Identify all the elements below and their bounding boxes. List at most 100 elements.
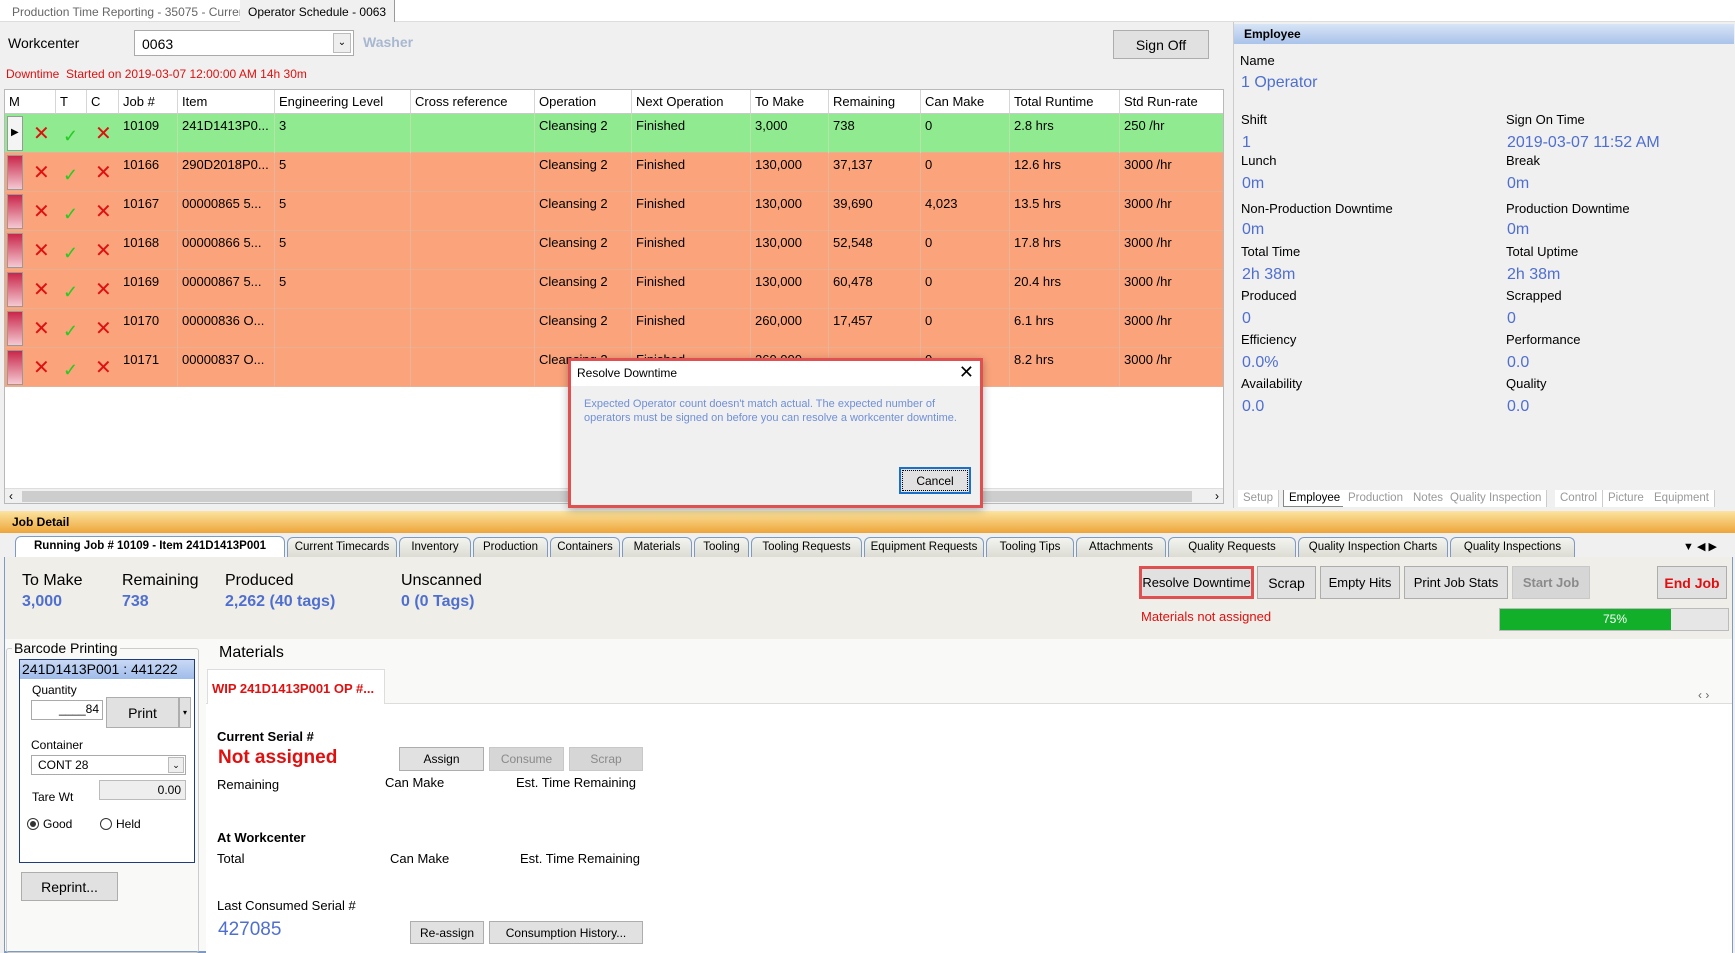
cell-can_make: 0 (921, 270, 1010, 309)
col-m-header[interactable]: M (5, 90, 56, 114)
reprint-button[interactable]: Reprint... (21, 872, 118, 901)
consumption-history-button[interactable]: Consumption History... (489, 921, 643, 944)
chevron-down-icon[interactable]: ⌄ (333, 33, 351, 53)
table-row[interactable]: ▶ ✕ ✓ ✕ 10109 241D1413P0... 3 Cleansing 2 Fin… (5, 114, 1223, 153)
col-engineering-level-header[interactable]: Engineering Level (275, 90, 411, 114)
col-total-runtime-header[interactable]: Total Runtime (1010, 90, 1120, 114)
col-t-header[interactable]: T (56, 90, 87, 114)
tab-overflow-icon[interactable]: ▼ ◀ ▶ (1683, 540, 1717, 553)
job-tab-13[interactable]: Quality Inspections (1450, 537, 1575, 557)
unscanned-value: 0 (0 Tags) (401, 593, 475, 610)
reassign-button[interactable]: Re-assign (410, 921, 484, 944)
container-status-x-icon: ✕ (95, 279, 112, 301)
employee-tab-setup[interactable]: Setup (1238, 490, 1280, 507)
col-job-header[interactable]: Job # (119, 90, 178, 114)
employee-tab-control[interactable]: Control (1555, 490, 1604, 507)
col-to-make-header[interactable]: To Make (751, 90, 829, 114)
table-row[interactable]: ✕ ✓ ✕ 10166 290D2018P0... 5 Cleansing 2 Finis… (5, 153, 1223, 192)
workcenter-select[interactable]: 0063 ⌄ (134, 30, 354, 56)
barcode-printing-title: Barcode Printing (12, 640, 120, 656)
cell-remaining: 17,457 (829, 309, 921, 348)
cell-eng (275, 309, 411, 348)
scrap-button[interactable]: Scrap (1257, 566, 1316, 599)
job-tab-3[interactable]: Production (473, 537, 548, 557)
chevron-down-icon[interactable]: ⌄ (168, 757, 184, 773)
resolve-downtime-dialog: Resolve Downtime ✕ Expected Operator cou… (568, 358, 983, 508)
tab-operator-schedule[interactable]: Operator Schedule - 0063 (240, 0, 396, 22)
job-tab-10[interactable]: Attachments (1076, 537, 1166, 557)
job-tab-5[interactable]: Materials (622, 537, 692, 557)
job-tab-2[interactable]: Inventory (399, 537, 471, 557)
cell-can_make: 0 (921, 114, 1010, 153)
break-value: 0m (1507, 175, 1530, 192)
radio-unchecked-icon[interactable] (100, 818, 112, 830)
employee-tab-notes[interactable]: Notes (1408, 490, 1450, 507)
col-remaining-header[interactable]: Remaining (829, 90, 921, 114)
col-operation-header[interactable]: Operation (535, 90, 632, 114)
table-row[interactable]: ✕ ✓ ✕ 10170 00000836 O... Cleansing 2 Finish… (5, 309, 1223, 348)
cell-item: 00000866 5... (178, 231, 275, 270)
employee-tab-employee[interactable]: Employee (1283, 490, 1347, 507)
good-label: Good (43, 817, 73, 831)
good-radio[interactable]: Good (27, 817, 72, 831)
tooling-check-icon: ✓ (63, 243, 79, 263)
job-tab-1[interactable]: Current Timecards (287, 537, 397, 557)
employee-tab-production[interactable]: Production (1343, 490, 1409, 507)
col-c-header[interactable]: C (87, 90, 119, 114)
col-item-header[interactable]: Item (178, 90, 275, 114)
cancel-button[interactable]: Cancel (899, 467, 971, 494)
job-tab-6[interactable]: Tooling (694, 537, 749, 557)
table-row[interactable]: ✕ ✓ ✕ 10169 00000867 5... 5 Cleansing 2 Finis… (5, 270, 1223, 309)
job-tab-11[interactable]: Quality Requests (1168, 537, 1296, 557)
quantity-input[interactable]: ____84 (31, 700, 103, 720)
start-job-button[interactable]: Start Job (1512, 566, 1590, 599)
job-tab-4[interactable]: Containers (550, 537, 620, 557)
cell-item: 290D2018P0... (178, 153, 275, 192)
employee-tab-picture[interactable]: Picture (1603, 490, 1650, 507)
materials-tab-wip[interactable]: WIP 241D1413P001 OP #... (207, 669, 385, 704)
cell-next: Finished (632, 114, 751, 153)
end-job-button[interactable]: End Job (1657, 566, 1727, 599)
employee-tab-equipment[interactable]: Equipment (1649, 490, 1715, 507)
empty-hits-button[interactable]: Empty Hits (1320, 566, 1400, 599)
last-consumed-label: Last Consumed Serial # (217, 898, 356, 913)
job-tab-12[interactable]: Quality Inspection Charts (1298, 537, 1448, 557)
print-dropdown-arrow-icon[interactable]: ▾ (179, 697, 191, 728)
employee-tab-quality-inspection[interactable]: Quality Inspection (1445, 490, 1548, 507)
cell-job: 10109 (119, 114, 178, 153)
material-scrap-button[interactable]: Scrap (569, 747, 643, 771)
job-tab-8[interactable]: Equipment Requests (864, 537, 984, 557)
consume-button[interactable]: Consume (489, 747, 564, 771)
tab-production-time-reporting[interactable]: Production Time Reporting - 35075 - Curr… (4, 0, 257, 22)
col-next-operation-header[interactable]: Next Operation (632, 90, 751, 114)
current-row-indicator: ▶ (7, 116, 23, 151)
radio-checked-icon[interactable] (27, 818, 39, 830)
container-select[interactable]: CONT 28 ⌄ (31, 755, 186, 775)
scroll-left-icon[interactable]: ‹ (9, 489, 13, 503)
barcode-item[interactable]: 241D1413P001 : 441222 (20, 660, 194, 679)
tare-weight-input[interactable]: 0.00 (99, 780, 186, 800)
tab-scroll-arrows-icon[interactable]: ‹ › (1698, 688, 1709, 702)
resolve-downtime-button[interactable]: Resolve Downtime (1139, 566, 1254, 599)
non-production-downtime-value: 0m (1242, 221, 1265, 238)
sign-off-button[interactable]: Sign Off (1113, 30, 1209, 59)
assign-button[interactable]: Assign (399, 747, 484, 771)
col-cross-reference-header[interactable]: Cross reference (411, 90, 535, 114)
job-tab-9[interactable]: Tooling Tips (986, 537, 1074, 557)
cell-rate: 3000 /hr (1120, 270, 1223, 309)
scroll-right-icon[interactable]: › (1215, 489, 1219, 503)
print-job-stats-button[interactable]: Print Job Stats (1404, 566, 1508, 599)
job-tab-7[interactable]: Tooling Requests (751, 537, 862, 557)
col-std-run-rate-header[interactable]: Std Run-rate (1120, 90, 1223, 114)
print-button[interactable]: Print (106, 697, 179, 728)
job-tab-0[interactable]: Running Job # 10109 - Item 241D1413P001 (15, 536, 285, 557)
held-radio[interactable]: Held (100, 817, 141, 831)
cell-runtime: 13.5 hrs (1010, 192, 1120, 231)
cell-job: 10168 (119, 231, 178, 270)
performance-value: 0.0 (1507, 354, 1530, 371)
cell-to_make: 130,000 (751, 192, 829, 231)
close-icon[interactable]: ✕ (959, 362, 974, 383)
table-row[interactable]: ✕ ✓ ✕ 10168 00000866 5... 5 Cleansing 2 Finis… (5, 231, 1223, 270)
table-row[interactable]: ✕ ✓ ✕ 10167 00000865 5... 5 Cleansing 2 Finis… (5, 192, 1223, 231)
col-can-make-header[interactable]: Can Make (921, 90, 1010, 114)
